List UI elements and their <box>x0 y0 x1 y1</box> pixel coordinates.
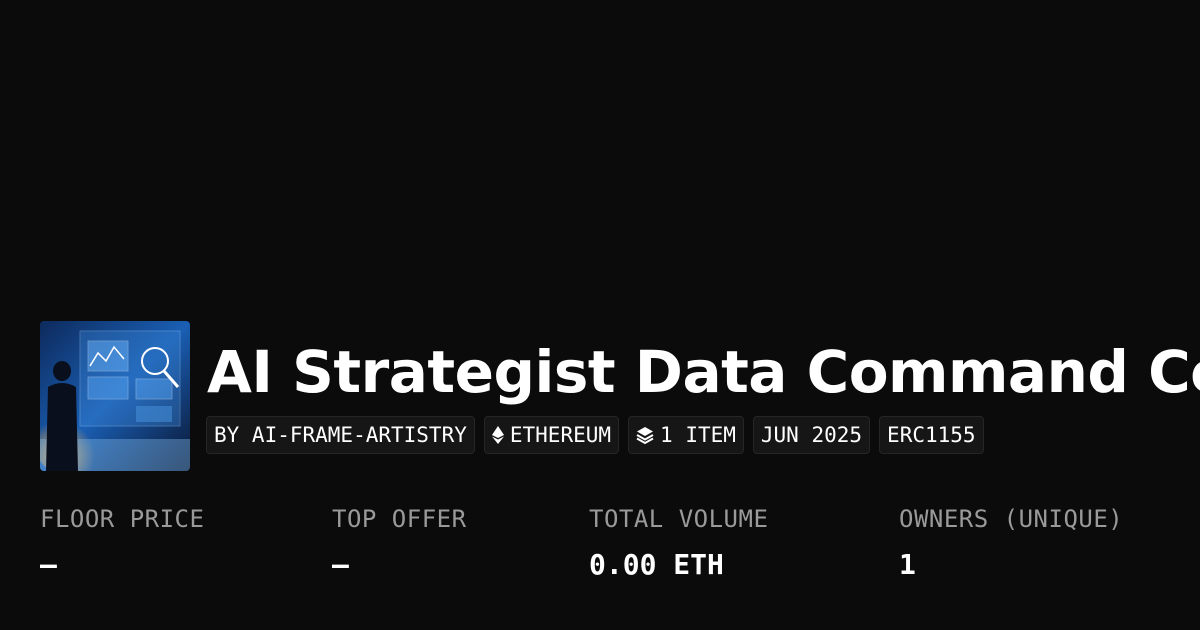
items-count: 1 ITEM <box>660 423 736 447</box>
creator-tag[interactable]: BY AI-FRAME-ARTISTRY <box>206 416 475 454</box>
creator-label: BY AI-FRAME-ARTISTRY <box>214 423 467 447</box>
collection-tags: BY AI-FRAME-ARTISTRY ETHEREUM 1 ITEM JUN… <box>206 416 984 454</box>
stat-top-offer: TOP OFFER – <box>332 505 467 581</box>
stat-value: 1 <box>899 548 916 581</box>
stat-label: TOTAL VOLUME <box>589 505 769 533</box>
stat-label: FLOOR PRICE <box>40 505 205 533</box>
stat-value: 0.00 ETH <box>589 548 724 581</box>
stat-value: – <box>40 548 57 581</box>
token-standard: ERC1155 <box>887 423 976 447</box>
stat-floor-price: FLOOR PRICE – <box>40 505 204 581</box>
date-tag: JUN 2025 <box>752 416 871 454</box>
stat-total-volume: TOTAL VOLUME 0.00 ETH <box>589 505 768 581</box>
stat-label: TOP OFFER <box>332 505 467 533</box>
layers-icon <box>636 427 654 444</box>
chain-tag: ETHEREUM <box>483 416 620 454</box>
stat-label: OWNERS (UNIQUE) <box>899 505 1124 533</box>
stat-value: – <box>332 548 349 581</box>
ethereum-icon <box>491 426 504 444</box>
chain-label: ETHEREUM <box>509 423 612 447</box>
collection-title: AI Strategist Data Command Cen <box>207 338 1200 406</box>
date-label: JUN 2025 <box>760 423 863 447</box>
stat-owners: OWNERS (UNIQUE) 1 <box>899 505 1123 581</box>
collection-thumbnail[interactable] <box>40 321 190 471</box>
standard-tag: ERC1155 <box>879 416 984 454</box>
collection-artwork-image <box>40 321 190 471</box>
items-tag: 1 ITEM <box>628 416 744 454</box>
